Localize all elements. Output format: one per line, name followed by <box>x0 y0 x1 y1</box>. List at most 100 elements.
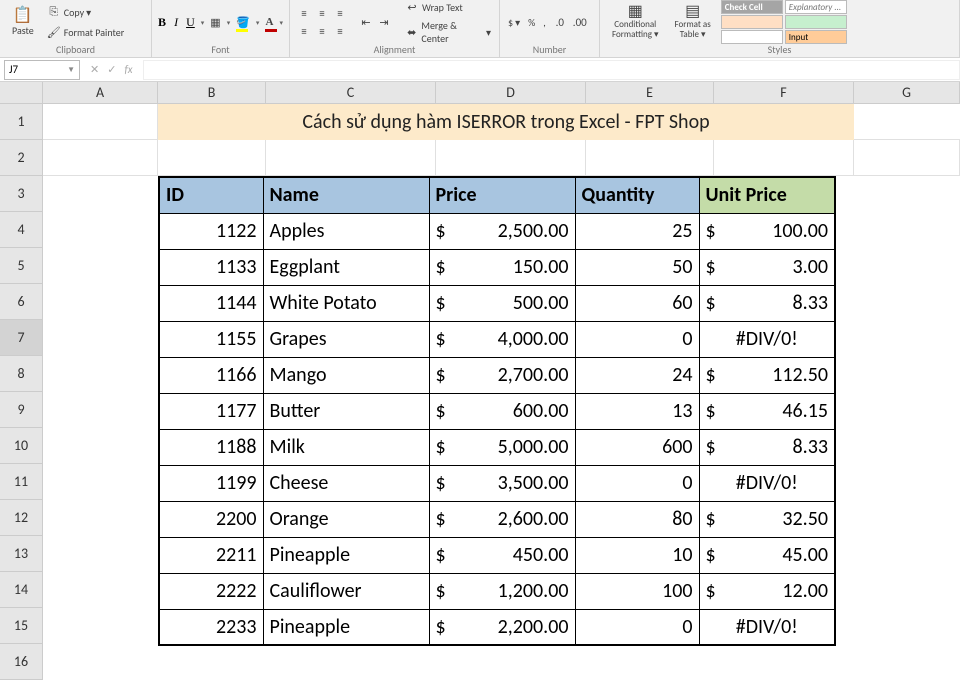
style-neutral[interactable] <box>721 15 783 29</box>
cell-unit-price[interactable]: $12.00 <box>699 573 835 609</box>
cell-price[interactable]: $5,000.00 <box>429 429 575 465</box>
cell-price[interactable]: $2,600.00 <box>429 501 575 537</box>
format-table-icon[interactable]: ▤ <box>685 3 701 19</box>
cell-id[interactable]: 1177 <box>159 393 263 429</box>
cell-unit-price[interactable]: $45.00 <box>699 537 835 573</box>
cell-quantity[interactable]: 50 <box>575 249 699 285</box>
cell-name[interactable]: Cauliflower <box>263 573 429 609</box>
indent-dec-icon[interactable]: ⇤ <box>358 14 374 30</box>
cell-unit-price[interactable]: $3.00 <box>699 249 835 285</box>
cell[interactable] <box>436 140 586 175</box>
th-unit-price[interactable]: Unit Price <box>699 177 835 213</box>
style-good[interactable] <box>785 15 847 29</box>
style-check-cell[interactable]: Check Cell <box>721 0 783 14</box>
cell-id[interactable]: 2233 <box>159 609 263 645</box>
cell-price[interactable]: $150.00 <box>429 249 575 285</box>
cell-name[interactable]: Pineapple <box>263 609 429 645</box>
cell-price[interactable]: $4,000.00 <box>429 321 575 357</box>
formula-input[interactable] <box>143 60 960 80</box>
comma-button[interactable]: , <box>541 15 548 30</box>
cell-id[interactable]: 1122 <box>159 213 263 249</box>
underline-dropdown[interactable]: ▾ <box>201 18 205 27</box>
cell-unit-price[interactable]: $112.50 <box>699 357 835 393</box>
format-table-label[interactable]: Format asTable ▾ <box>673 19 713 41</box>
style-explanatory[interactable]: Explanatory ... <box>785 0 847 14</box>
cell[interactable] <box>854 140 960 175</box>
th-price[interactable]: Price <box>429 177 575 213</box>
cell-name[interactable]: Grapes <box>263 321 429 357</box>
align-top-icon[interactable]: ≡ <box>296 5 312 21</box>
row-header[interactable]: 15 <box>0 608 42 644</box>
font-color-button[interactable]: A <box>265 14 273 30</box>
cell-unit-price[interactable]: #DIV/0! <box>699 609 835 645</box>
currency-button[interactable]: $ ▾ <box>506 15 522 30</box>
cell-unit-price[interactable]: $32.50 <box>699 501 835 537</box>
row-header[interactable]: 11 <box>0 464 42 500</box>
cell-unit-price[interactable]: #DIV/0! <box>699 321 835 357</box>
style-input[interactable]: Input <box>785 30 847 44</box>
row-header[interactable]: 12 <box>0 500 42 536</box>
row-header[interactable]: 4 <box>0 212 42 248</box>
cell-price[interactable]: $450.00 <box>429 537 575 573</box>
wrap-text-button[interactable]: ↩Wrap Text <box>402 0 493 16</box>
cell-quantity[interactable]: 0 <box>575 609 699 645</box>
cell[interactable] <box>266 140 436 175</box>
cell-price[interactable]: $3,500.00 <box>429 465 575 501</box>
decimal-inc-icon[interactable]: .0 <box>552 14 568 30</box>
th-quantity[interactable]: Quantity <box>575 177 699 213</box>
border-button[interactable]: ▦ <box>210 14 220 30</box>
cell[interactable] <box>586 140 714 175</box>
cell-id[interactable]: 1166 <box>159 357 263 393</box>
th-name[interactable]: Name <box>263 177 429 213</box>
cell-price[interactable]: $600.00 <box>429 393 575 429</box>
name-box[interactable]: J7 ▼ <box>4 60 80 80</box>
cell-id[interactable]: 1155 <box>159 321 263 357</box>
cell-id[interactable]: 1133 <box>159 249 263 285</box>
select-all-corner[interactable] <box>0 82 43 104</box>
cell-name[interactable]: White Potato <box>263 285 429 321</box>
font-color-dropdown[interactable]: ▾ <box>279 18 283 27</box>
style-normal[interactable] <box>721 30 783 44</box>
cell-quantity[interactable]: 0 <box>575 321 699 357</box>
fill-dropdown[interactable]: ▾ <box>256 18 260 27</box>
cell-name[interactable]: Mango <box>263 357 429 393</box>
row-header[interactable]: 1 <box>0 104 42 140</box>
cell-quantity[interactable]: 10 <box>575 537 699 573</box>
row-header[interactable]: 9 <box>0 392 42 428</box>
cell-price[interactable]: $2,200.00 <box>429 609 575 645</box>
row-header[interactable]: 8 <box>0 356 42 392</box>
chevron-down-icon[interactable]: ▼ <box>67 65 75 75</box>
cell-id[interactable]: 1199 <box>159 465 263 501</box>
cells-area[interactable]: Cách sử dụng hàm ISERROR trong Excel - F… <box>43 104 960 176</box>
cell-quantity[interactable]: 0 <box>575 465 699 501</box>
fill-color-button[interactable]: 🪣 <box>236 14 250 30</box>
cell-quantity[interactable]: 13 <box>575 393 699 429</box>
cell[interactable] <box>158 140 266 175</box>
fx-icon[interactable]: fx <box>124 63 132 76</box>
cell-unit-price[interactable]: #DIV/0! <box>699 465 835 501</box>
align-bot-icon[interactable]: ≡ <box>332 5 348 21</box>
cancel-icon[interactable]: ✕ <box>90 63 99 76</box>
cond-format-label[interactable]: ConditionalFormatting ▾ <box>610 19 661 41</box>
cell[interactable] <box>714 140 854 175</box>
col-header[interactable]: B <box>158 82 266 103</box>
row-header[interactable]: 6 <box>0 284 42 320</box>
row-header[interactable]: 5 <box>0 248 42 284</box>
row-header[interactable]: 2 <box>0 140 42 176</box>
title-cell[interactable]: Cách sử dụng hàm ISERROR trong Excel - F… <box>158 104 854 140</box>
cell[interactable] <box>43 104 158 139</box>
col-header[interactable]: A <box>43 82 158 103</box>
row-header[interactable]: 16 <box>0 644 42 680</box>
cell[interactable] <box>43 140 158 175</box>
align-center-icon[interactable]: ≡ <box>314 23 330 39</box>
cell-name[interactable]: Apples <box>263 213 429 249</box>
cell-id[interactable]: 1188 <box>159 429 263 465</box>
enter-icon[interactable]: ✓ <box>107 63 116 76</box>
cell-quantity[interactable]: 100 <box>575 573 699 609</box>
cell-name[interactable]: Cheese <box>263 465 429 501</box>
col-header[interactable]: D <box>436 82 586 103</box>
border-dropdown[interactable]: ▾ <box>227 18 231 27</box>
indent-inc-icon[interactable]: ⇥ <box>376 14 392 30</box>
cond-format-icon[interactable]: ▦ <box>627 3 643 19</box>
row-header[interactable]: 14 <box>0 572 42 608</box>
